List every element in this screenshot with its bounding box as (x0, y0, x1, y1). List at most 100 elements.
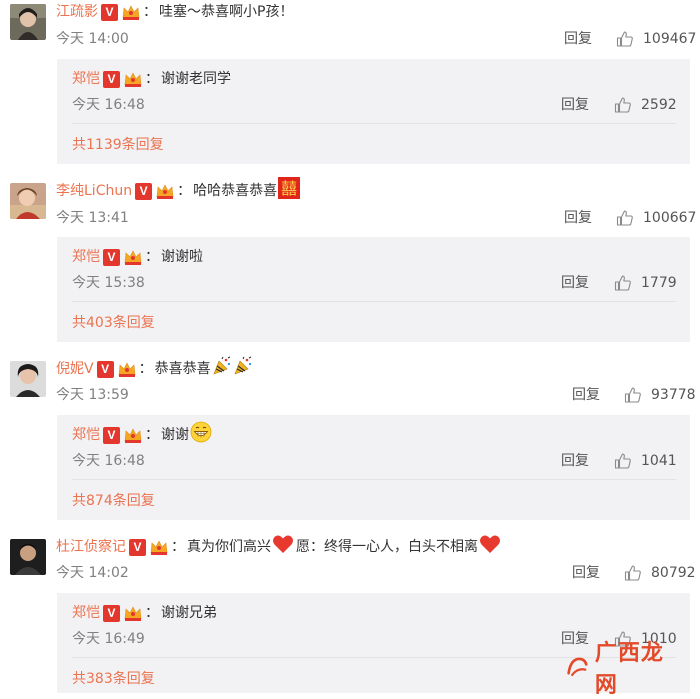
verified-badge: V (103, 604, 120, 622)
verified-badge: V (96, 360, 114, 378)
reply-text: 谢谢啦 (161, 249, 203, 265)
reply-timestamp: 今天 15:38 (72, 275, 145, 291)
like-button[interactable]: 1041 (614, 451, 677, 471)
username-link[interactable]: 江疏影 (56, 1, 98, 23)
reply-header: 郑恺 V ： 谢谢老同学 (72, 68, 231, 90)
username-link[interactable]: 倪妮V (56, 358, 94, 380)
like-count: 80792 (651, 565, 696, 581)
verified-badge: V (101, 3, 118, 21)
crown-icon (123, 248, 143, 266)
grinning-face-icon (190, 421, 212, 450)
comment-timestamp: 今天 14:02 (56, 565, 129, 581)
crown-icon (123, 70, 143, 88)
reply-header: 郑恺 V ： 谢谢啦 (72, 246, 203, 268)
svg-text:囍: 囍 (281, 179, 297, 198)
more-replies-link[interactable]: 共383条回复 (72, 669, 155, 689)
comment-text: 哈哈恭喜恭喜 (193, 183, 278, 199)
like-button[interactable]: 93778 (624, 385, 696, 405)
reply-button[interactable]: 回复 (561, 273, 589, 293)
username-link[interactable]: 郑恺 (72, 602, 100, 624)
more-replies-link[interactable]: 共874条回复 (72, 491, 155, 511)
avatar[interactable] (10, 539, 46, 575)
like-button[interactable]: 80792 (624, 563, 696, 583)
crown-icon (155, 182, 175, 200)
reply-button[interactable]: 回复 (564, 208, 592, 228)
avatar[interactable] (10, 4, 46, 40)
reply-box: 郑恺 V ： 谢谢老同学 今天 16:48 回复 2592 共1139条回复 (57, 59, 690, 164)
reply-text: 谢谢兄弟 (161, 605, 217, 621)
divider (72, 479, 676, 480)
watermark: 广西龙网 (566, 640, 676, 697)
like-count: 93778 (651, 387, 696, 403)
comment-header: 杜江侦察记 V ： 真为你们高兴 愿：终得一心人，白头不相离 (56, 534, 501, 561)
like-button[interactable]: 109467 (616, 29, 696, 49)
thumbs-up-icon (616, 210, 633, 226)
verified-badge: V (103, 248, 120, 266)
reply-button[interactable]: 回复 (572, 385, 600, 405)
like-count: 1041 (641, 453, 677, 469)
reply-box: 郑恺 V ： 谢谢 今天 16:48 回复 1041 共874条回复 (57, 415, 690, 520)
reply-button[interactable]: 回复 (561, 629, 589, 649)
reply-button[interactable]: 回复 (572, 563, 600, 583)
divider (72, 123, 676, 124)
more-replies-link[interactable]: 共1139条回复 (72, 135, 164, 155)
watermark-text: 广西龙网 (594, 640, 664, 697)
thumbs-up-icon (624, 565, 641, 581)
heart-icon (479, 534, 501, 561)
reply-timestamp: 今天 16:48 (72, 453, 145, 469)
reply-header: 郑恺 V ： 谢谢兄弟 (72, 602, 217, 624)
reply-button[interactable]: 回复 (561, 451, 589, 471)
reply-timestamp: 今天 16:49 (72, 631, 145, 647)
reply-button[interactable]: 回复 (564, 29, 592, 49)
like-button[interactable]: 1779 (614, 273, 677, 293)
heart-icon (272, 534, 294, 561)
reply-text: 谢谢老同学 (161, 71, 231, 87)
crown-icon (149, 538, 169, 556)
comment-text: 哇塞～恭喜啊小P孩！ (159, 4, 294, 20)
watermark-logo-icon (567, 657, 588, 677)
thumbs-up-icon (614, 453, 631, 469)
reply-timestamp: 今天 16:48 (72, 97, 145, 113)
reply-button[interactable]: 回复 (561, 95, 589, 115)
avatar[interactable] (10, 361, 46, 397)
like-count: 100667 (643, 210, 697, 226)
like-count: 2592 (641, 97, 677, 113)
thumbs-up-icon (614, 275, 631, 291)
comment-timestamp: 今天 13:41 (56, 210, 129, 226)
avatar[interactable] (10, 183, 46, 219)
divider (72, 301, 676, 302)
comment-header: 江疏影 V ： 哇塞～恭喜啊小P孩！ (56, 1, 293, 23)
crown-icon (123, 426, 143, 444)
comment-text: 真为你们高兴 (187, 539, 271, 555)
comment-timestamp: 今天 14:00 (56, 31, 129, 47)
crown-icon (121, 3, 141, 21)
verified-badge: V (103, 426, 120, 444)
comment-text: 恭喜恭喜 (154, 361, 211, 377)
like-count: 1779 (641, 275, 677, 291)
party-popper-icon (212, 356, 232, 383)
username-link[interactable]: 李纯LiChun (56, 180, 132, 202)
like-button[interactable]: 2592 (614, 95, 677, 115)
comment-header: 倪妮V V ： 恭喜恭喜 (56, 356, 253, 383)
reply-box: 郑恺 V ： 谢谢啦 今天 15:38 回复 1779 共403条回复 (57, 237, 690, 342)
more-replies-link[interactable]: 共403条回复 (72, 313, 155, 333)
username-link[interactable]: 郑恺 (72, 68, 100, 90)
username-link[interactable]: 杜江侦察记 (56, 536, 126, 558)
verified-badge: V (129, 538, 146, 556)
crown-icon (117, 360, 137, 378)
crown-icon (123, 604, 143, 622)
comment-timestamp: 今天 13:59 (56, 387, 129, 403)
username-link[interactable]: 郑恺 (72, 424, 100, 446)
like-button[interactable]: 100667 (616, 208, 696, 228)
like-count: 109467 (643, 31, 697, 47)
comment-header: 李纯LiChun V ： 哈哈恭喜恭喜 囍 (56, 176, 301, 202)
comment-text-continued: 愿：终得一心人，白头不相离 (296, 539, 478, 555)
thumbs-up-icon (614, 97, 631, 113)
thumbs-up-icon (616, 31, 633, 47)
verified-badge: V (103, 70, 120, 88)
reply-text: 谢谢 (161, 427, 189, 443)
username-link[interactable]: 郑恺 (72, 246, 100, 268)
party-popper-icon (233, 356, 253, 383)
reply-header: 郑恺 V ： 谢谢 (72, 421, 212, 446)
thumbs-up-icon (624, 387, 641, 403)
